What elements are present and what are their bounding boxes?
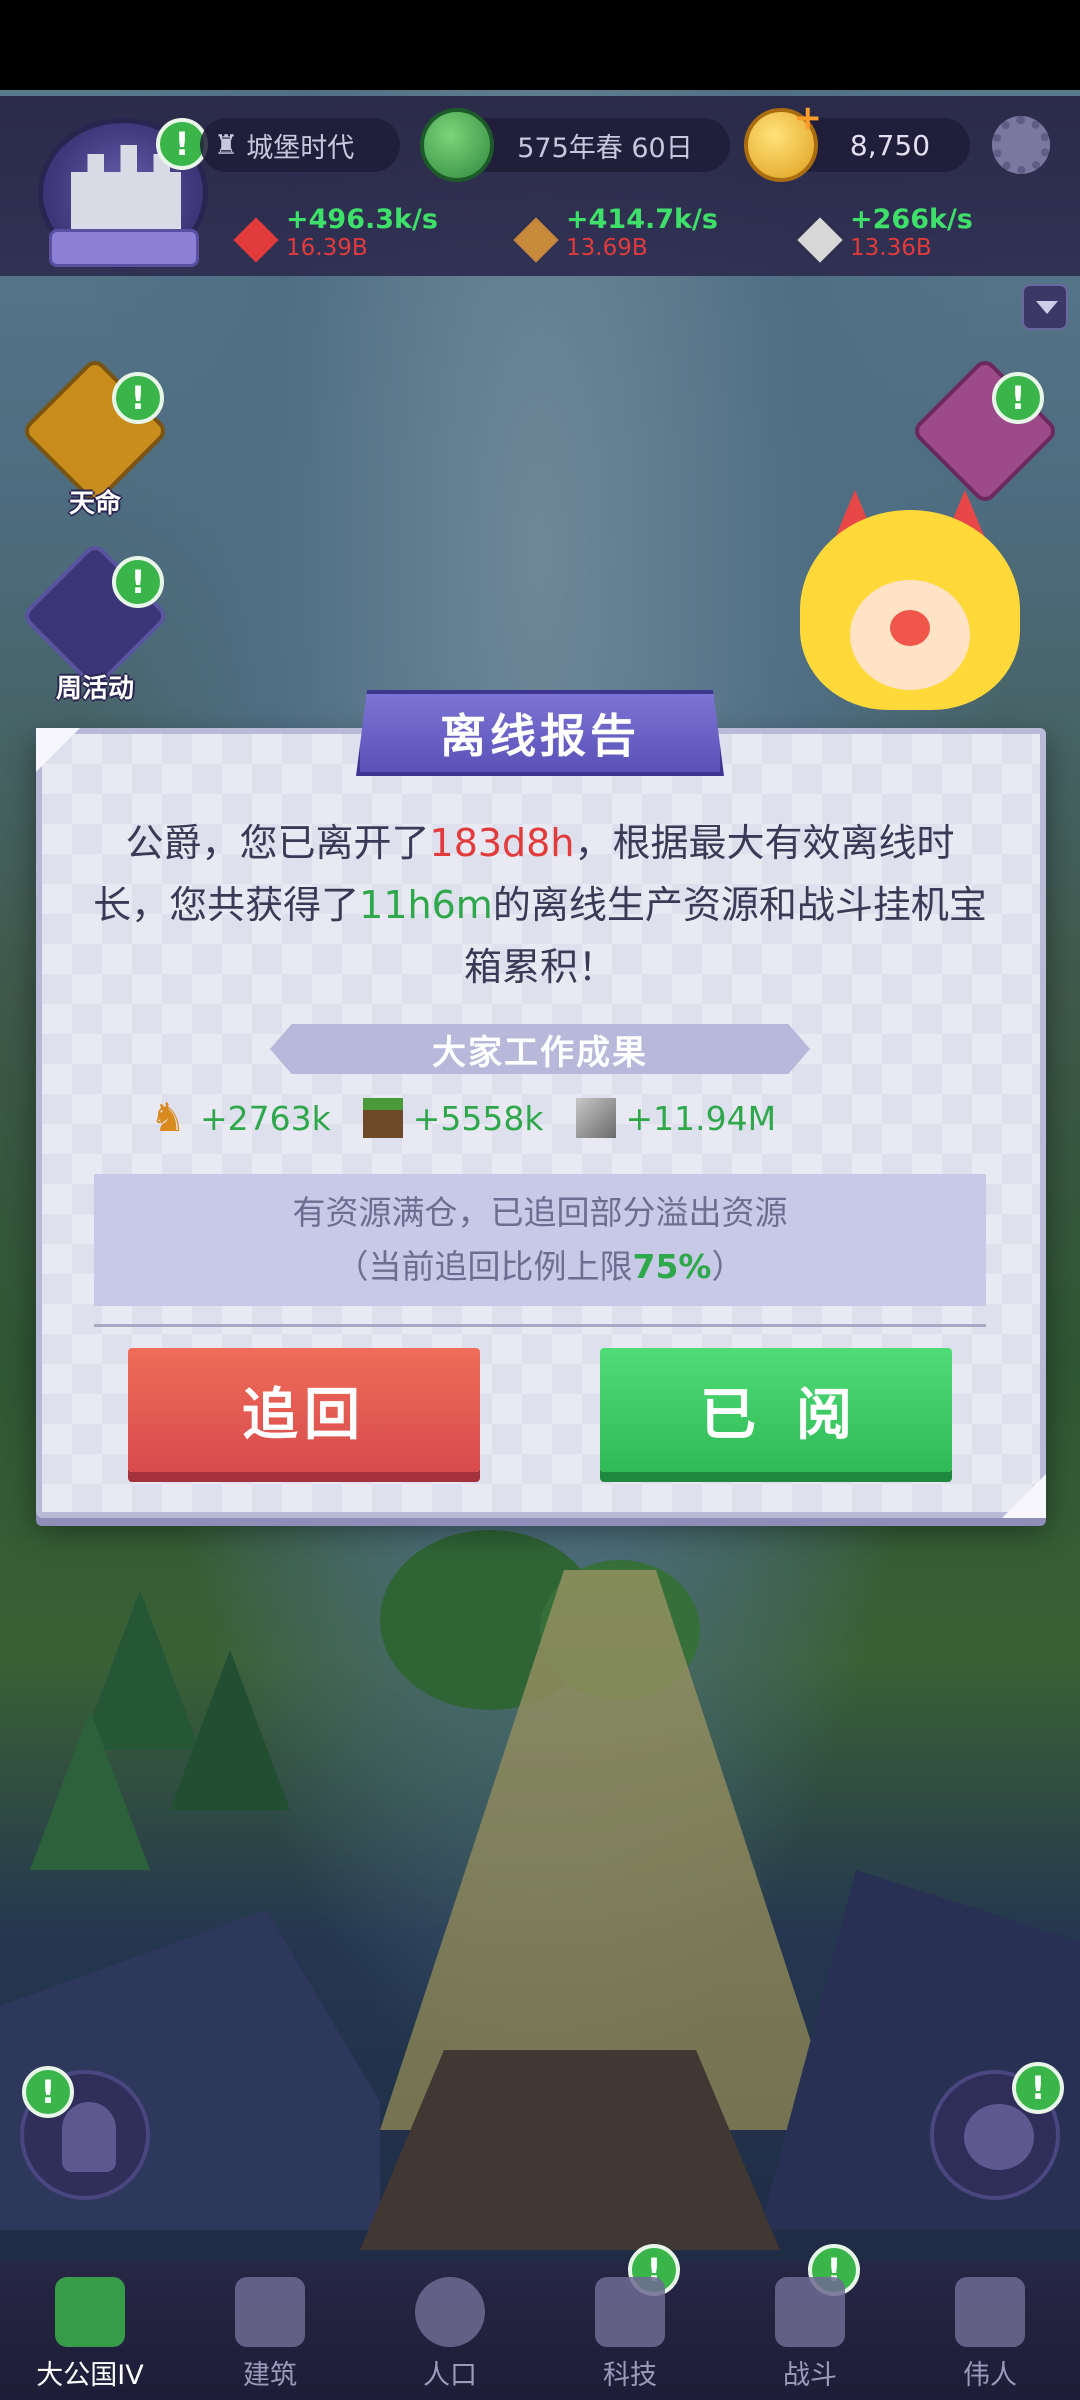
- crossed-swords-icon: [775, 2277, 845, 2347]
- recover-percent: 75%: [632, 1247, 712, 1286]
- resource-rate: +266k/s: [850, 204, 973, 235]
- yield-item: ♞ +2763k: [150, 1098, 331, 1138]
- leaf-icon[interactable]: [420, 108, 494, 182]
- alert-icon: !: [112, 372, 164, 424]
- read-button-label: 已阅: [700, 1382, 892, 1448]
- yield-item: +5558k: [362, 1098, 544, 1138]
- chevron-down-icon[interactable]: [1022, 284, 1068, 330]
- horse-icon: ♞: [150, 1095, 186, 1141]
- resource-total: 13.36B: [850, 235, 932, 261]
- resource-rate: +496.3k/s: [286, 204, 438, 235]
- resource-meat: +496.3k/s 16.39B: [233, 204, 438, 263]
- yield-item: +11.94M: [575, 1098, 777, 1138]
- nav-label: 战斗: [783, 2360, 837, 2391]
- dialog-title: 离线报告: [356, 690, 724, 776]
- dirt-block-icon: [362, 1098, 403, 1138]
- yield-value: +11.94M: [625, 1098, 777, 1138]
- nav-population[interactable]: 人口: [360, 2262, 540, 2400]
- nav-buildings[interactable]: 建筑: [180, 2262, 360, 2400]
- nav-label: 伟人: [963, 2360, 1017, 2391]
- resource-stone: +266k/s 13.36B: [797, 204, 973, 263]
- wood-icon: [513, 217, 559, 263]
- gold-coin-add-icon[interactable]: [744, 98, 822, 182]
- resource-rate: +414.7k/s: [566, 204, 718, 235]
- mascot-character: [790, 490, 1030, 730]
- nav-label: 大公国IV: [36, 2360, 144, 2391]
- notice-line-2-suffix: ）: [711, 1247, 745, 1286]
- bottom-navigation: 大公国IV 建筑 人口 ! 科技 ! 战斗 伟人: [0, 2244, 1080, 2400]
- effective-duration: 11h6m: [359, 883, 493, 927]
- nav-label: 建筑: [243, 2360, 297, 2391]
- offline-message: 公爵，您已离开了183d8h，根据最大有效离线时长，您共获得了11h6m的离线生…: [90, 812, 990, 998]
- recover-button[interactable]: 追回: [128, 1348, 480, 1472]
- date-label: 575年春 60日: [517, 132, 693, 164]
- raccoon-icon: [964, 2104, 1034, 2170]
- nav-battle[interactable]: ! 战斗: [720, 2244, 900, 2400]
- destiny-label: 天命: [68, 489, 121, 519]
- notice-line-2: （当前追回比例上限75%）: [94, 1240, 986, 1294]
- page-curl-decoration: [1002, 1474, 1046, 1518]
- castle-small-icon: ♜: [214, 129, 239, 161]
- recover-button-label: 追回: [242, 1382, 366, 1448]
- message-prefix: 公爵，您已离开了: [125, 821, 430, 865]
- era-label: 城堡时代: [246, 132, 355, 164]
- house-icon: [235, 2277, 305, 2347]
- gear-icon[interactable]: [992, 116, 1050, 174]
- away-duration: 183d8h: [429, 821, 575, 865]
- character-nose: [890, 610, 930, 646]
- resource-total: 13.69B: [566, 235, 648, 261]
- read-button[interactable]: 已阅: [600, 1348, 952, 1472]
- weekly-activity-label: 周活动: [55, 674, 134, 704]
- person-icon: [62, 2102, 116, 2172]
- alert-icon: !: [112, 556, 164, 608]
- alert-icon: !: [992, 372, 1044, 424]
- person-icon: [415, 2277, 485, 2347]
- shop-stall-icon: [910, 356, 1060, 506]
- alert-icon: !: [1012, 2062, 1064, 2114]
- meat-block-icon: [233, 217, 279, 263]
- notice-line-2-prefix: （当前追回比例上限: [335, 1247, 633, 1286]
- book-icon: [595, 2277, 665, 2347]
- castle-nav-icon: [55, 2277, 125, 2347]
- divider: [94, 1324, 986, 1327]
- stone-icon: [797, 217, 843, 263]
- alert-icon: !: [22, 2066, 74, 2118]
- badge-ribbon: [49, 229, 199, 267]
- yield-value: +5558k: [412, 1098, 544, 1138]
- resource-wood: +414.7k/s 13.69B: [513, 204, 718, 263]
- nav-duchy[interactable]: 大公国IV: [0, 2262, 180, 2400]
- yield-value: +2763k: [200, 1098, 331, 1138]
- nav-great-people[interactable]: 伟人: [900, 2262, 1080, 2400]
- overflow-notice: 有资源满仓，已追回部分溢出资源 （当前追回比例上限75%）: [94, 1174, 986, 1306]
- message-suffix: 的离线生产资源和战斗挂机宝箱累积！: [463, 883, 987, 989]
- page-curl-decoration: [36, 728, 80, 772]
- nav-tech[interactable]: ! 科技: [540, 2244, 720, 2400]
- resource-total: 16.39B: [286, 235, 368, 261]
- nav-label: 科技: [603, 2360, 657, 2391]
- notice-line-1: 有资源满仓，已追回部分溢出资源: [292, 1193, 788, 1232]
- era-indicator[interactable]: ♜ 城堡时代: [200, 118, 400, 172]
- work-results-title: 大家工作成果: [270, 1024, 810, 1074]
- stone-block-icon: [575, 1098, 616, 1138]
- yields-row: ♞ +2763k +5558k +11.94M: [150, 1090, 930, 1146]
- bust-icon: [955, 2277, 1025, 2347]
- gold-value: 8,750: [849, 128, 931, 162]
- nav-label: 人口: [423, 2360, 477, 2391]
